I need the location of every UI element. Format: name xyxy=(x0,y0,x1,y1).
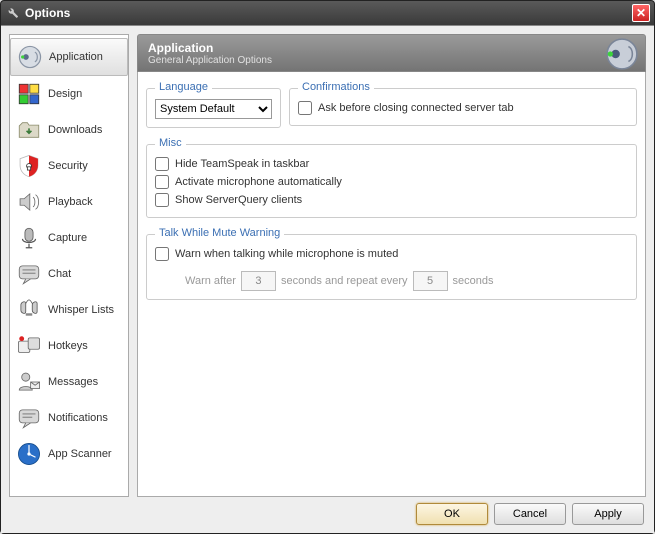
checkbox-input[interactable] xyxy=(155,175,169,189)
checkbox-input[interactable] xyxy=(298,101,312,115)
hide-taskbar-checkbox[interactable]: Hide TeamSpeak in taskbar xyxy=(155,155,628,173)
checkbox-input[interactable] xyxy=(155,247,169,261)
sidebar: Application Design Downloads xyxy=(9,34,129,497)
page-title: Application xyxy=(148,41,635,55)
group-label: Talk While Mute Warning xyxy=(155,227,284,239)
body-area: Application Design Downloads xyxy=(1,25,654,533)
checkbox-label: Activate microphone automatically xyxy=(175,176,342,188)
language-select[interactable]: System Default xyxy=(155,99,272,119)
design-icon xyxy=(15,80,43,108)
sidebar-item-label: Application xyxy=(49,51,103,63)
show-serverquery-checkbox[interactable]: Show ServerQuery clients xyxy=(155,191,628,209)
notifications-icon xyxy=(15,404,43,432)
checkbox-input[interactable] xyxy=(155,157,169,171)
sidebar-item-label: Notifications xyxy=(48,412,108,424)
repeat-every-label: seconds and repeat every xyxy=(281,275,408,287)
warn-while-muted-checkbox[interactable]: Warn when talking while microphone is mu… xyxy=(155,245,628,263)
sidebar-item-label: Downloads xyxy=(48,124,102,136)
close-icon: ✕ xyxy=(636,6,646,20)
sidebar-item-label: Whisper Lists xyxy=(48,304,114,316)
sidebar-item-label: Design xyxy=(48,88,82,100)
checkbox-label: Warn when talking while microphone is mu… xyxy=(175,248,398,260)
language-group: Language System Default xyxy=(146,88,281,128)
group-label: Language xyxy=(155,81,212,93)
form-area: Language System Default Confirmations As… xyxy=(137,72,646,497)
sidebar-item-app-scanner[interactable]: App Scanner xyxy=(10,436,128,472)
sidebar-item-label: App Scanner xyxy=(48,448,112,460)
warn-timing-row: Warn after seconds and repeat every seco… xyxy=(155,271,628,291)
hotkeys-icon xyxy=(15,332,43,360)
misc-group: Misc Hide TeamSpeak in taskbar Activate … xyxy=(146,144,637,218)
checkbox-label: Ask before closing connected server tab xyxy=(318,102,514,114)
warn-after-label: Warn after xyxy=(185,275,236,287)
application-icon xyxy=(605,37,639,71)
seconds-label: seconds xyxy=(453,275,494,287)
ok-button[interactable]: OK xyxy=(416,503,488,525)
confirm-close-tab-checkbox[interactable]: Ask before closing connected server tab xyxy=(298,99,628,117)
messages-icon xyxy=(15,368,43,396)
titlebar[interactable]: Options ✕ xyxy=(1,1,654,25)
group-label: Confirmations xyxy=(298,81,374,93)
checkbox-label: Show ServerQuery clients xyxy=(175,194,302,206)
whisper-lists-icon xyxy=(15,296,43,324)
button-row: OK Cancel Apply xyxy=(9,503,646,525)
page-subtitle: General Application Options xyxy=(148,55,635,66)
sidebar-item-downloads[interactable]: Downloads xyxy=(10,112,128,148)
checkbox-input[interactable] xyxy=(155,193,169,207)
sidebar-item-design[interactable]: Design xyxy=(10,76,128,112)
checkbox-label: Hide TeamSpeak in taskbar xyxy=(175,158,309,170)
sidebar-item-label: Messages xyxy=(48,376,98,388)
application-icon xyxy=(16,43,44,71)
sidebar-item-label: Hotkeys xyxy=(48,340,88,352)
window-title: Options xyxy=(25,6,70,20)
sidebar-item-messages[interactable]: Messages xyxy=(10,364,128,400)
options-window: Options ✕ Application Design xyxy=(0,0,655,534)
downloads-icon xyxy=(15,116,43,144)
chat-icon xyxy=(15,260,43,288)
sidebar-item-label: Playback xyxy=(48,196,93,208)
sidebar-item-playback[interactable]: Playback xyxy=(10,184,128,220)
sidebar-item-label: Chat xyxy=(48,268,71,280)
repeat-every-spinner[interactable] xyxy=(413,271,448,291)
apply-button[interactable]: Apply xyxy=(572,503,644,525)
playback-icon xyxy=(15,188,43,216)
confirmations-group: Confirmations Ask before closing connect… xyxy=(289,88,637,126)
sidebar-item-security[interactable]: Security xyxy=(10,148,128,184)
sidebar-item-whisper-lists[interactable]: Whisper Lists xyxy=(10,292,128,328)
talk-while-mute-group: Talk While Mute Warning Warn when talkin… xyxy=(146,234,637,300)
sidebar-item-notifications[interactable]: Notifications xyxy=(10,400,128,436)
sidebar-item-application[interactable]: Application xyxy=(10,38,128,76)
wrench-icon xyxy=(5,5,19,22)
main-row: Application Design Downloads xyxy=(9,34,646,497)
capture-icon xyxy=(15,224,43,252)
app-scanner-icon xyxy=(15,440,43,468)
sidebar-item-hotkeys[interactable]: Hotkeys xyxy=(10,328,128,364)
content-header: Application General Application Options xyxy=(137,34,646,72)
content-area: Application General Application Options … xyxy=(137,34,646,497)
activate-mic-checkbox[interactable]: Activate microphone automatically xyxy=(155,173,628,191)
sidebar-item-chat[interactable]: Chat xyxy=(10,256,128,292)
security-icon xyxy=(15,152,43,180)
sidebar-item-label: Capture xyxy=(48,232,87,244)
warn-after-spinner[interactable] xyxy=(241,271,276,291)
sidebar-item-capture[interactable]: Capture xyxy=(10,220,128,256)
group-label: Misc xyxy=(155,137,186,149)
close-button[interactable]: ✕ xyxy=(632,4,650,22)
cancel-button[interactable]: Cancel xyxy=(494,503,566,525)
sidebar-item-label: Security xyxy=(48,160,88,172)
